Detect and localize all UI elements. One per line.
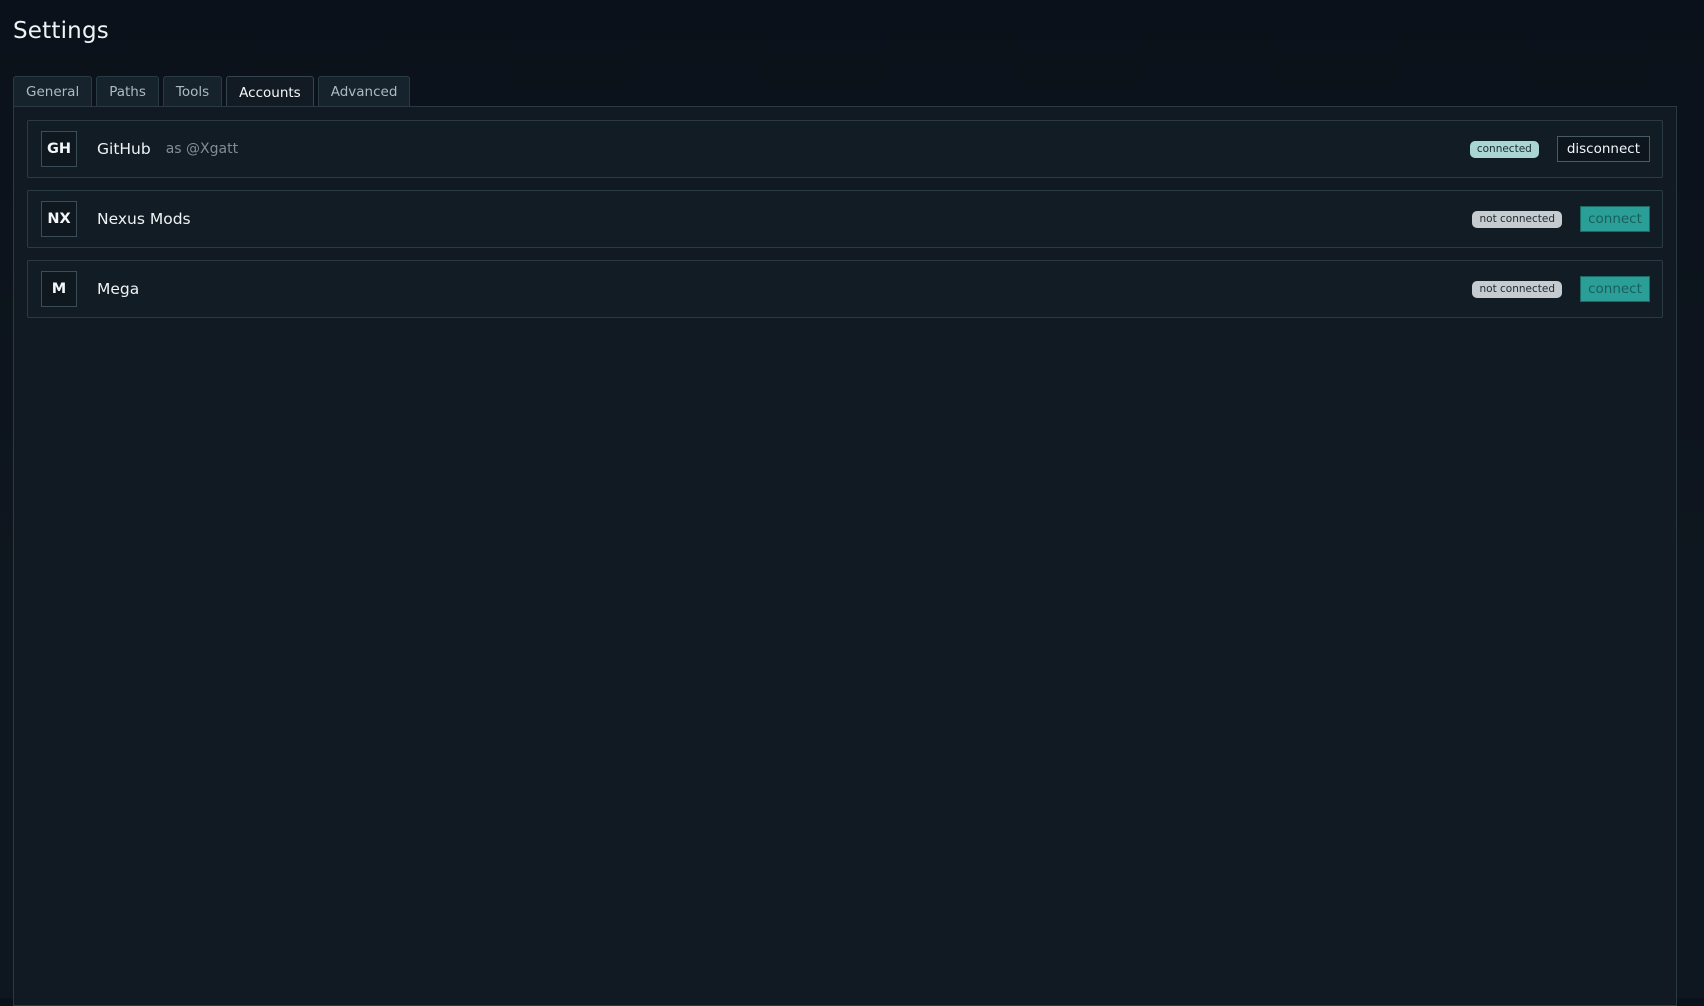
- disconnect-button[interactable]: disconnect: [1556, 136, 1650, 162]
- tab-advanced[interactable]: Advanced: [317, 76, 411, 107]
- account-row-github: GH GitHub as @Xgatt connected disconnect: [27, 120, 1663, 178]
- account-name: Nexus Mods: [97, 210, 191, 228]
- connect-button[interactable]: connect: [1580, 276, 1650, 302]
- connect-button[interactable]: connect: [1580, 206, 1650, 232]
- github-badge-icon: GH: [41, 131, 77, 167]
- tab-tools[interactable]: Tools: [162, 76, 223, 107]
- mega-badge-icon: M: [41, 271, 77, 307]
- account-row-mega: M Mega not connected connect: [27, 260, 1663, 318]
- status-badge: connected: [1469, 140, 1539, 158]
- tab-accounts[interactable]: Accounts: [226, 76, 314, 108]
- accounts-panel: GH GitHub as @Xgatt connected disconnect…: [13, 106, 1677, 1006]
- tab-paths[interactable]: Paths: [96, 76, 159, 107]
- status-badge: not connected: [1472, 210, 1562, 228]
- account-row-nexus-mods: NX Nexus Mods not connected connect: [27, 190, 1663, 248]
- settings-tabs: General Paths Tools Accounts Advanced: [13, 76, 411, 108]
- page-title: Settings: [13, 18, 109, 44]
- account-username: as @Xgatt: [165, 141, 239, 157]
- account-list: GH GitHub as @Xgatt connected disconnect…: [27, 120, 1663, 318]
- account-name: Mega: [97, 280, 140, 298]
- account-name: GitHub: [97, 140, 151, 158]
- nexus-mods-badge-icon: NX: [41, 201, 77, 237]
- status-badge: not connected: [1472, 280, 1562, 298]
- tab-general[interactable]: General: [13, 76, 93, 107]
